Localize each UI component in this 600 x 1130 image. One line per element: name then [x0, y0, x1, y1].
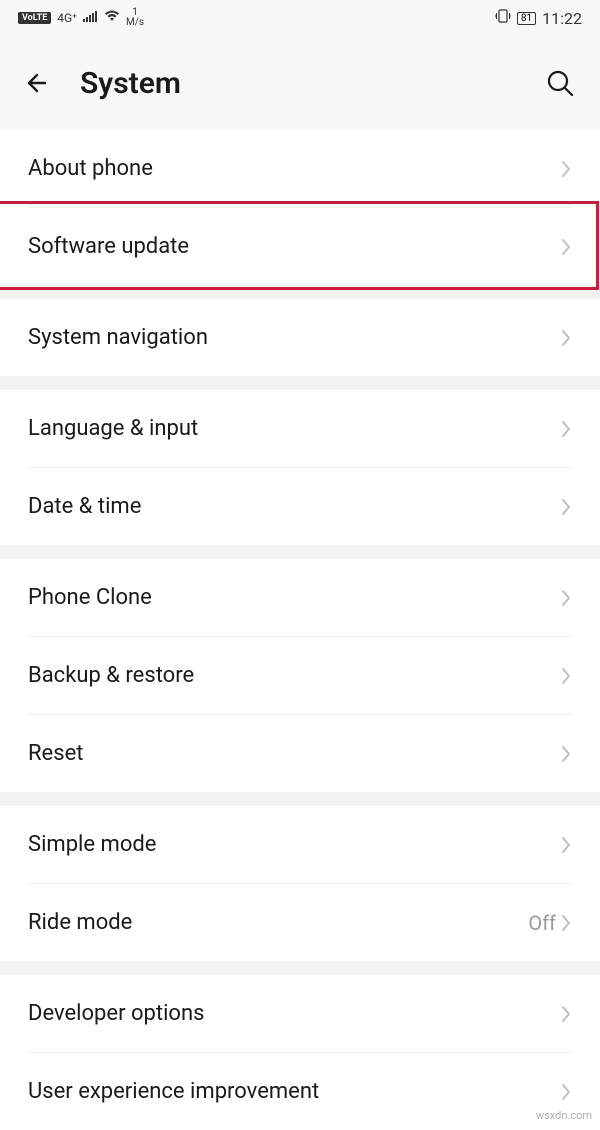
item-label: Language & input — [28, 416, 560, 441]
settings-group: Developer options User experience improve… — [0, 975, 600, 1130]
chevron-right-icon — [560, 588, 572, 608]
settings-group: Phone Clone Backup & restore Reset — [0, 559, 600, 792]
date-time-row[interactable]: Date & time — [0, 468, 600, 545]
item-label: Backup & restore — [28, 663, 560, 688]
header: System — [0, 36, 600, 130]
developer-options-row[interactable]: Developer options — [0, 975, 600, 1052]
back-arrow-icon — [25, 70, 51, 96]
item-label: Ride mode — [28, 910, 528, 935]
software-update-row[interactable]: Software update — [0, 208, 600, 285]
settings-list: About phone Software update System navigat… — [0, 130, 600, 1130]
settings-group: Simple mode Ride modeOff — [0, 806, 600, 961]
user-experience-improvement-row[interactable]: User experience improvement — [0, 1053, 600, 1130]
phone-clone-row[interactable]: Phone Clone — [0, 559, 600, 636]
status-right: 81 11:22 — [495, 9, 582, 28]
language-input-row[interactable]: Language & input — [0, 390, 600, 467]
status-bar: VoLTE 4G⁺ 1 M/s 81 11:22 — [0, 0, 600, 36]
chevron-right-icon — [560, 835, 572, 855]
clock: 11:22 — [542, 9, 582, 28]
page-title: System — [80, 66, 516, 101]
simple-mode-row[interactable]: Simple mode — [0, 806, 600, 883]
battery-indicator: 81 — [517, 12, 536, 25]
chevron-right-icon — [560, 328, 572, 348]
chevron-right-icon — [560, 237, 572, 257]
item-label: About phone — [28, 156, 560, 181]
chevron-right-icon — [560, 1004, 572, 1024]
item-label: Software update — [28, 234, 560, 259]
settings-group: About phone Software update — [0, 130, 600, 285]
speed-unit: M/s — [126, 18, 144, 28]
item-label: Date & time — [28, 494, 560, 519]
status-left: VoLTE 4G⁺ 1 M/s — [18, 8, 144, 28]
backup-restore-row[interactable]: Backup & restore — [0, 637, 600, 714]
chevron-right-icon — [560, 159, 572, 179]
settings-group: System navigation — [0, 299, 600, 376]
chevron-right-icon — [560, 419, 572, 439]
network-indicator: 4G⁺ — [57, 11, 77, 25]
speed-indicator: 1 M/s — [126, 8, 144, 28]
item-value: Off — [528, 911, 556, 935]
chevron-right-icon — [560, 744, 572, 764]
vibrate-icon — [495, 9, 511, 27]
item-label: Reset — [28, 741, 560, 766]
item-label: Developer options — [28, 1001, 560, 1026]
item-label: User experience improvement — [28, 1079, 560, 1104]
chevron-right-icon — [560, 497, 572, 517]
item-label: System navigation — [28, 325, 560, 350]
chevron-right-icon — [560, 1082, 572, 1102]
chevron-right-icon — [560, 913, 572, 933]
wifi-icon — [104, 10, 120, 26]
item-label: Phone Clone — [28, 585, 560, 610]
chevron-right-icon — [560, 666, 572, 686]
back-button[interactable] — [24, 69, 52, 97]
item-label: Simple mode — [28, 832, 560, 857]
search-icon — [546, 69, 574, 97]
signal-icon — [83, 10, 98, 26]
ride-mode-row[interactable]: Ride modeOff — [0, 884, 600, 961]
watermark: wsxdn.com — [536, 1109, 592, 1122]
settings-group: Language & input Date & time — [0, 390, 600, 545]
search-button[interactable] — [544, 67, 576, 99]
about-phone-row[interactable]: About phone — [0, 130, 600, 207]
reset-row[interactable]: Reset — [0, 715, 600, 792]
volte-badge: VoLTE — [18, 12, 51, 24]
system-navigation-row[interactable]: System navigation — [0, 299, 600, 376]
